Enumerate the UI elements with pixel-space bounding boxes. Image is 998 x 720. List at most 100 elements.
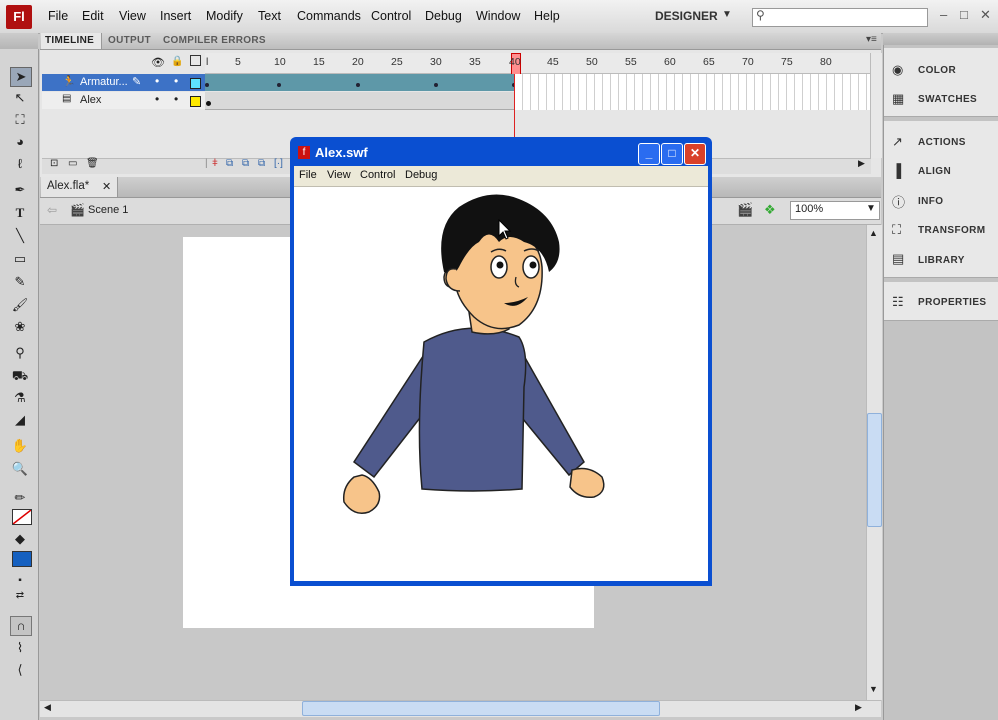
- lock-icon[interactable]: 🔒: [171, 56, 183, 67]
- zoom-value[interactable]: 100%: [795, 203, 823, 215]
- hand-tool-icon[interactable]: ✋: [10, 437, 30, 455]
- smooth-icon[interactable]: ⌇: [10, 639, 30, 657]
- swf-menu-file[interactable]: File: [299, 169, 317, 181]
- close-tab-icon[interactable]: ✕: [102, 180, 111, 193]
- document-tab-label[interactable]: Alex.fla*: [47, 180, 89, 192]
- pose-keyframe[interactable]: [205, 83, 209, 87]
- vscroll-thumb[interactable]: [867, 413, 882, 527]
- swap-colors-icon[interactable]: ⇄: [10, 587, 30, 605]
- deco-tool-icon[interactable]: ❀: [10, 318, 30, 336]
- actions-icon[interactable]: ↗: [892, 134, 903, 150]
- snap-magnet-icon[interactable]: ∩: [10, 616, 32, 636]
- chevron-down-icon[interactable]: ▼: [722, 9, 732, 20]
- subselection-tool-icon[interactable]: ↖: [10, 89, 30, 107]
- menu-file[interactable]: File: [48, 9, 68, 23]
- edit-symbols-icon[interactable]: ❖: [764, 202, 776, 218]
- scroll-up-icon[interactable]: ▲: [869, 228, 878, 238]
- pose-keyframe[interactable]: [356, 83, 360, 87]
- panel-swatches[interactable]: SWATCHES: [918, 94, 977, 105]
- align-icon[interactable]: ▐: [892, 163, 901, 178]
- menu-help[interactable]: Help: [534, 9, 560, 23]
- swf-maximize-button[interactable]: □: [661, 143, 683, 165]
- selection-tool-icon[interactable]: ➤: [10, 67, 32, 87]
- new-layer-icon[interactable]: ⊡: [50, 158, 58, 169]
- transform-icon[interactable]: ⛶: [892, 222, 901, 238]
- timeline-vscroll[interactable]: [870, 53, 882, 158]
- lock-dot[interactable]: •: [174, 74, 178, 88]
- scroll-right-icon[interactable]: ▶: [855, 702, 862, 713]
- stroke-color-icon[interactable]: ✏: [10, 489, 30, 507]
- scroll-down-icon[interactable]: ▼: [869, 684, 878, 694]
- tab-output[interactable]: OUTPUT: [108, 35, 151, 46]
- swf-minimize-button[interactable]: _: [638, 143, 660, 165]
- alex-layer-frames[interactable]: [205, 92, 515, 110]
- swatches-icon[interactable]: ▦: [892, 91, 904, 107]
- layer-outline-color[interactable]: [190, 96, 201, 107]
- keyframe[interactable]: [206, 101, 211, 106]
- panel-library[interactable]: LIBRARY: [918, 255, 965, 266]
- close-icon[interactable]: ✕: [980, 7, 991, 23]
- menu-debug[interactable]: Debug: [425, 9, 462, 23]
- chevron-down-icon[interactable]: ▼: [866, 203, 876, 214]
- eyedropper-tool-icon[interactable]: ⚗: [10, 389, 30, 407]
- color-icon[interactable]: ◉: [892, 62, 903, 78]
- layer-outline-color[interactable]: [190, 78, 201, 89]
- edit-scene-icon[interactable]: 🎬: [737, 202, 753, 218]
- panel-actions[interactable]: ACTIONS: [918, 137, 966, 148]
- onion-outline-icon[interactable]: ⧉: [242, 158, 249, 169]
- onion-skin-icon[interactable]: ⧉: [226, 158, 233, 169]
- swf-content[interactable]: [294, 187, 708, 581]
- library-icon[interactable]: ▤: [892, 251, 904, 267]
- straighten-icon[interactable]: ⟨: [10, 661, 30, 679]
- brush-tool-icon[interactable]: 🖌: [10, 296, 30, 314]
- pencil-tool-icon[interactable]: ✎: [10, 273, 30, 291]
- layer-name[interactable]: Alex: [80, 94, 101, 106]
- lock-dot[interactable]: •: [174, 92, 178, 106]
- new-folder-icon[interactable]: ▭: [68, 158, 77, 169]
- workspace-switcher[interactable]: DESIGNER: [655, 9, 718, 23]
- hscroll-thumb[interactable]: [302, 701, 660, 716]
- 3d-rotation-tool-icon[interactable]: ◕: [10, 133, 30, 151]
- visible-dot[interactable]: •: [155, 74, 159, 88]
- visible-dot[interactable]: •: [155, 92, 159, 106]
- fill-color-swatch[interactable]: [12, 551, 32, 567]
- scroll-right-icon[interactable]: ▶: [858, 158, 865, 169]
- line-tool-icon[interactable]: ╲: [10, 227, 30, 245]
- lasso-tool-icon[interactable]: ℓ: [10, 155, 30, 173]
- maximize-icon[interactable]: □: [960, 7, 968, 22]
- back-arrow-icon[interactable]: ⇦: [47, 203, 57, 217]
- menu-view[interactable]: View: [119, 9, 146, 23]
- paint-bucket-tool-icon[interactable]: ⛟: [10, 367, 30, 385]
- menu-control[interactable]: Control: [371, 9, 411, 23]
- stroke-color-swatch[interactable]: [12, 509, 32, 525]
- menu-insert[interactable]: Insert: [160, 9, 191, 23]
- edit-multiple-frames-icon[interactable]: ⧉: [258, 158, 265, 169]
- pen-tool-icon[interactable]: ✒: [10, 181, 30, 199]
- panel-color[interactable]: COLOR: [918, 65, 956, 76]
- pose-keyframe[interactable]: [434, 83, 438, 87]
- onion-markers-icon[interactable]: [·]: [274, 158, 283, 169]
- pose-keyframe[interactable]: [277, 83, 281, 87]
- panel-info[interactable]: INFO: [918, 196, 944, 207]
- zoom-tool-icon[interactable]: 🔍: [10, 460, 30, 478]
- trash-icon[interactable]: 🗑: [86, 158, 99, 169]
- menu-edit[interactable]: Edit: [82, 9, 104, 23]
- menu-commands[interactable]: Commands: [297, 9, 361, 23]
- armature-pose-span[interactable]: [205, 74, 515, 91]
- minimize-icon[interactable]: –: [940, 7, 947, 22]
- show-hide-eye-icon[interactable]: 👁: [151, 56, 165, 69]
- frame-ruler[interactable]: [205, 53, 870, 74]
- tab-compiler-errors[interactable]: COMPILER ERRORS: [163, 35, 266, 46]
- scroll-left-icon[interactable]: ◀: [44, 702, 51, 713]
- panel-menu-icon[interactable]: ▾≡: [866, 34, 877, 45]
- free-transform-tool-icon[interactable]: ⛶: [10, 111, 30, 129]
- menu-modify[interactable]: Modify: [206, 9, 243, 23]
- swf-menu-debug[interactable]: Debug: [405, 169, 437, 181]
- empty-frames[interactable]: [515, 74, 870, 110]
- scene-label[interactable]: Scene 1: [88, 204, 128, 216]
- rectangle-tool-icon[interactable]: ▭: [10, 250, 30, 268]
- tab-timeline-label[interactable]: TIMELINE: [45, 35, 94, 46]
- bone-tool-icon[interactable]: ⚲: [10, 344, 30, 362]
- swf-close-button[interactable]: ✕: [684, 143, 706, 165]
- text-tool-icon[interactable]: T: [10, 204, 30, 222]
